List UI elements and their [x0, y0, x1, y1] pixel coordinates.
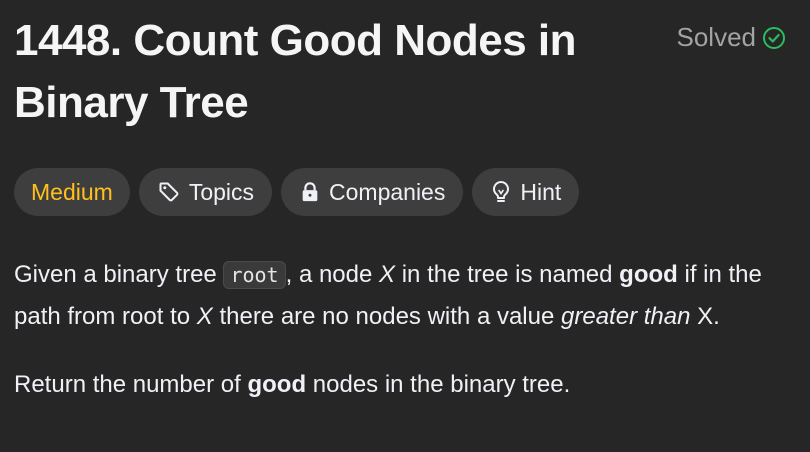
- difficulty-badge[interactable]: Medium: [14, 168, 130, 216]
- solved-label: Solved: [676, 22, 757, 52]
- problem-tags: Medium Topics Companies Hint: [14, 168, 796, 216]
- hint-label: Hint: [520, 178, 562, 205]
- tag-icon: [157, 180, 181, 204]
- description-text: Given a binary tree: [14, 261, 224, 288]
- lock-icon: [299, 181, 321, 203]
- variable-x: X: [196, 303, 213, 330]
- solved-status: Solved: [677, 22, 787, 53]
- problem-title: 1448. Count Good Nodes in Binary Tree: [14, 16, 577, 127]
- check-circle-icon: [762, 26, 786, 50]
- description-text: nodes in the binary tree.: [306, 371, 571, 398]
- bold-term: good: [247, 371, 307, 398]
- bold-term: good: [619, 261, 678, 288]
- problem-description: Given a binary tree root, a node X in th…: [14, 254, 796, 405]
- variable-x: X: [379, 261, 396, 288]
- problem-panel: 1448. Count Good Nodes in Binary Tree So…: [0, 0, 810, 452]
- italic-term: greater than: [561, 303, 691, 330]
- companies-button[interactable]: Companies: [281, 168, 464, 216]
- hint-button[interactable]: Hint: [472, 168, 580, 216]
- description-text: there are no nodes with a value: [212, 303, 562, 330]
- difficulty-label: Medium: [31, 178, 113, 205]
- description-text: X.: [690, 303, 720, 330]
- topics-button[interactable]: Topics: [138, 168, 273, 216]
- problem-header: 1448. Count Good Nodes in Binary Tree So…: [14, 0, 796, 134]
- description-text: Return the number of: [14, 371, 248, 398]
- description-text: in the tree is named: [395, 261, 620, 288]
- topics-label: Topics: [188, 178, 255, 205]
- description-text: , a node: [285, 261, 380, 288]
- description-paragraph: Given a binary tree root, a node X in th…: [14, 254, 796, 337]
- lightbulb-icon: [490, 180, 512, 204]
- inline-code: root: [223, 261, 286, 289]
- companies-label: Companies: [329, 178, 446, 205]
- description-paragraph: Return the number of good nodes in the b…: [14, 364, 796, 405]
